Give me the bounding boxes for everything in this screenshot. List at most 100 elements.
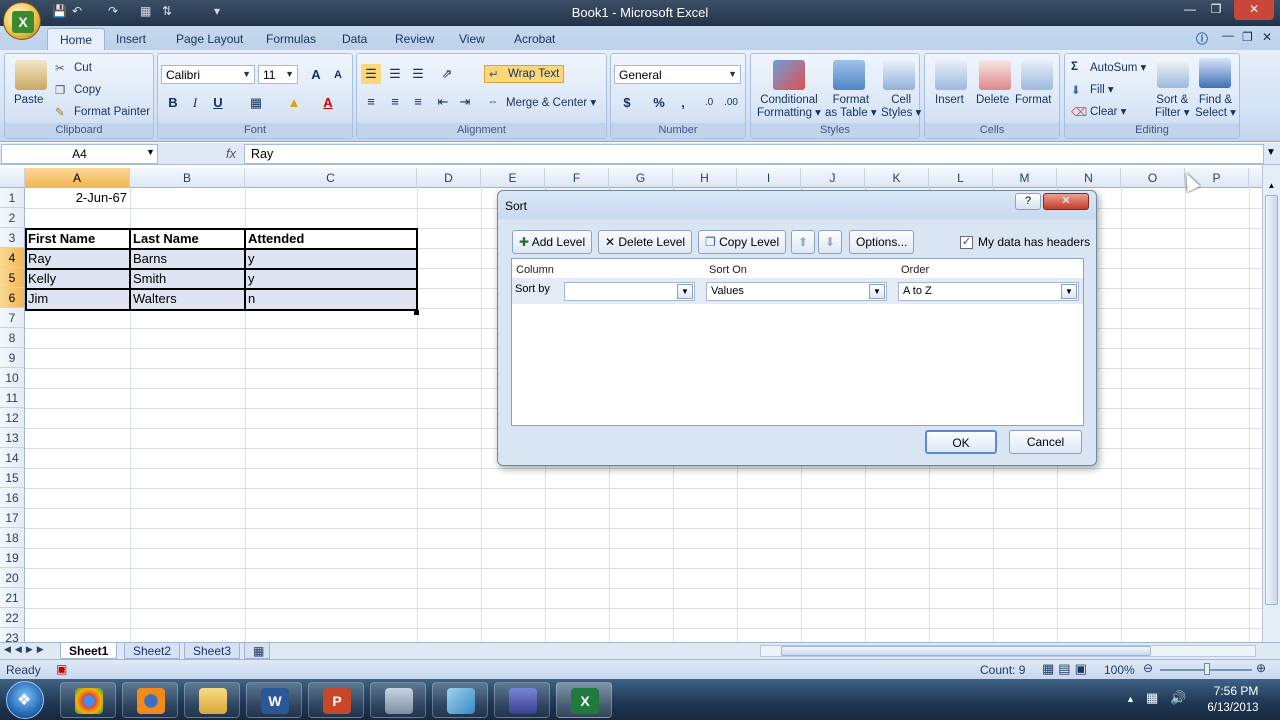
name-box-dropdown-icon[interactable]: ▼: [146, 147, 155, 157]
taskbar-explorer[interactable]: [184, 682, 240, 718]
cancel-button[interactable]: Cancel: [1009, 430, 1082, 454]
taskbar-app-a[interactable]: [370, 682, 426, 718]
taskbar-firefox[interactable]: [122, 682, 178, 718]
fill-button[interactable]: ⬇ Fill ▾: [1071, 82, 1114, 97]
row-header[interactable]: 6: [0, 288, 25, 308]
tab-insert[interactable]: Insert: [116, 32, 146, 46]
column-header-e[interactable]: E: [481, 168, 545, 188]
column-header-g[interactable]: G: [609, 168, 673, 188]
insert-cells-button[interactable]: Insert: [935, 94, 964, 106]
cell-styles-button[interactable]: Cell Styles ▾: [881, 94, 921, 120]
fill-handle[interactable]: [414, 310, 419, 315]
order-select[interactable]: A to Z ▼: [898, 282, 1079, 301]
format-cells-button[interactable]: Format: [1015, 94, 1051, 106]
cell-b3[interactable]: Last Name: [130, 229, 245, 249]
ribbon-restore-icon[interactable]: ❐: [1242, 30, 1253, 44]
percent-button[interactable]: %: [649, 93, 669, 113]
dialog-close-button[interactable]: ✕: [1043, 193, 1089, 210]
cell-c6[interactable]: n: [245, 289, 417, 309]
zoom-slider-thumb[interactable]: [1204, 663, 1210, 675]
ribbon-minimize-icon[interactable]: —: [1222, 28, 1234, 42]
row-header[interactable]: 19: [0, 548, 25, 568]
insert-function-button[interactable]: fx: [226, 146, 236, 161]
row-header[interactable]: 20: [0, 568, 25, 588]
row-header[interactable]: 5: [0, 268, 25, 288]
network-icon[interactable]: ▦: [1146, 690, 1158, 706]
row-header[interactable]: 13: [0, 428, 25, 448]
clock-time[interactable]: 7:56 PM: [1206, 684, 1266, 698]
delete-level-button[interactable]: ✕ Delete Level: [598, 230, 693, 254]
tab-view[interactable]: View: [459, 32, 485, 46]
qat-customize-icon[interactable]: ▾: [214, 4, 220, 18]
column-header-n[interactable]: N: [1057, 168, 1121, 188]
row-header[interactable]: 2: [0, 208, 25, 228]
formula-input[interactable]: Ray: [244, 144, 1264, 164]
tab-acrobat[interactable]: Acrobat: [514, 32, 555, 46]
decrease-indent-icon[interactable]: ⇤: [433, 92, 453, 112]
column-header-l[interactable]: L: [929, 168, 993, 188]
sheet-tab-sheet2[interactable]: Sheet2: [124, 643, 181, 659]
vertical-scrollbar[interactable]: ▲: [1262, 165, 1280, 642]
row-header[interactable]: 17: [0, 508, 25, 528]
number-format-select[interactable]: General ▼: [614, 65, 741, 84]
sheet-tab-sheet3[interactable]: Sheet3: [184, 643, 241, 659]
taskbar-app-c[interactable]: [494, 682, 550, 718]
tab-page-layout[interactable]: Page Layout: [176, 32, 243, 46]
taskbar-app-b[interactable]: [432, 682, 488, 718]
ok-button[interactable]: OK: [925, 430, 997, 454]
restore-button[interactable]: ❐: [1202, 0, 1230, 20]
align-center-icon[interactable]: ≡: [385, 92, 405, 112]
row-header[interactable]: 3: [0, 228, 25, 248]
column-header-j[interactable]: J: [801, 168, 865, 188]
format-as-table-button[interactable]: Format as Table ▾: [825, 94, 877, 120]
increase-decimal-icon[interactable]: .0: [699, 93, 719, 113]
start-button[interactable]: ❖: [6, 681, 44, 719]
paste-button[interactable]: Paste: [14, 94, 43, 106]
row-header[interactable]: 16: [0, 488, 25, 508]
row-header[interactable]: 23: [0, 628, 25, 642]
column-header-h[interactable]: H: [673, 168, 737, 188]
cut-button[interactable]: ✂ Cut: [55, 61, 92, 75]
bold-button[interactable]: B: [163, 93, 183, 113]
horizontal-scroll-thumb[interactable]: [781, 646, 1151, 656]
vertical-scroll-thumb[interactable]: [1265, 195, 1278, 605]
row-header[interactable]: 15: [0, 468, 25, 488]
move-down-button[interactable]: ⬇: [818, 230, 842, 254]
copy-level-button[interactable]: ❐ Copy Level: [698, 230, 787, 254]
redo-icon[interactable]: ↷: [108, 4, 118, 18]
orientation-icon[interactable]: ⇗: [437, 64, 457, 84]
volume-icon[interactable]: 🔊: [1170, 690, 1186, 706]
column-header-f[interactable]: F: [545, 168, 609, 188]
sheet-nav-icon[interactable]: ◀◀▶▶: [4, 644, 48, 655]
currency-button[interactable]: $: [617, 93, 637, 113]
merge-center-button[interactable]: ⇔ Merge & Center ▾: [487, 95, 596, 110]
row-header[interactable]: 11: [0, 388, 25, 408]
row-header[interactable]: 9: [0, 348, 25, 368]
format-cells-icon[interactable]: [1021, 60, 1053, 90]
align-left-icon[interactable]: ≡: [361, 92, 381, 112]
underline-button[interactable]: U: [208, 93, 228, 113]
insert-sheet-icon[interactable]: ▦: [244, 643, 270, 659]
column-header-d[interactable]: D: [417, 168, 481, 188]
sheet-tab-sheet1[interactable]: Sheet1: [60, 643, 118, 659]
macro-record-icon[interactable]: ▣: [56, 662, 67, 676]
help-icon[interactable]: ⓘ: [1196, 30, 1208, 47]
row-header[interactable]: 10: [0, 368, 25, 388]
fill-color-icon[interactable]: ▲: [284, 93, 304, 113]
format-as-table-icon[interactable]: [833, 60, 865, 90]
qat-format-icon[interactable]: ▦: [140, 4, 151, 18]
increase-indent-icon[interactable]: ⇥: [455, 92, 475, 112]
zoom-out-icon[interactable]: ⊖: [1143, 661, 1153, 675]
scroll-up-icon[interactable]: ▲: [1265, 181, 1278, 195]
tab-data[interactable]: Data: [342, 32, 367, 46]
autosum-button[interactable]: Σ AutoSum ▾: [1071, 60, 1146, 75]
row-header[interactable]: 1: [0, 188, 25, 208]
tab-review[interactable]: Review: [395, 32, 434, 46]
column-header-c[interactable]: C: [245, 168, 417, 188]
italic-button[interactable]: I: [185, 93, 205, 113]
conditional-formatting-button[interactable]: Conditional Formatting ▾: [757, 94, 821, 120]
zoom-level[interactable]: 100%: [1104, 663, 1135, 677]
clear-button[interactable]: ⌫ Clear ▾: [1071, 104, 1126, 119]
name-box[interactable]: A4: [1, 144, 158, 164]
wrap-text-button[interactable]: ↵ Wrap Text: [484, 65, 565, 83]
